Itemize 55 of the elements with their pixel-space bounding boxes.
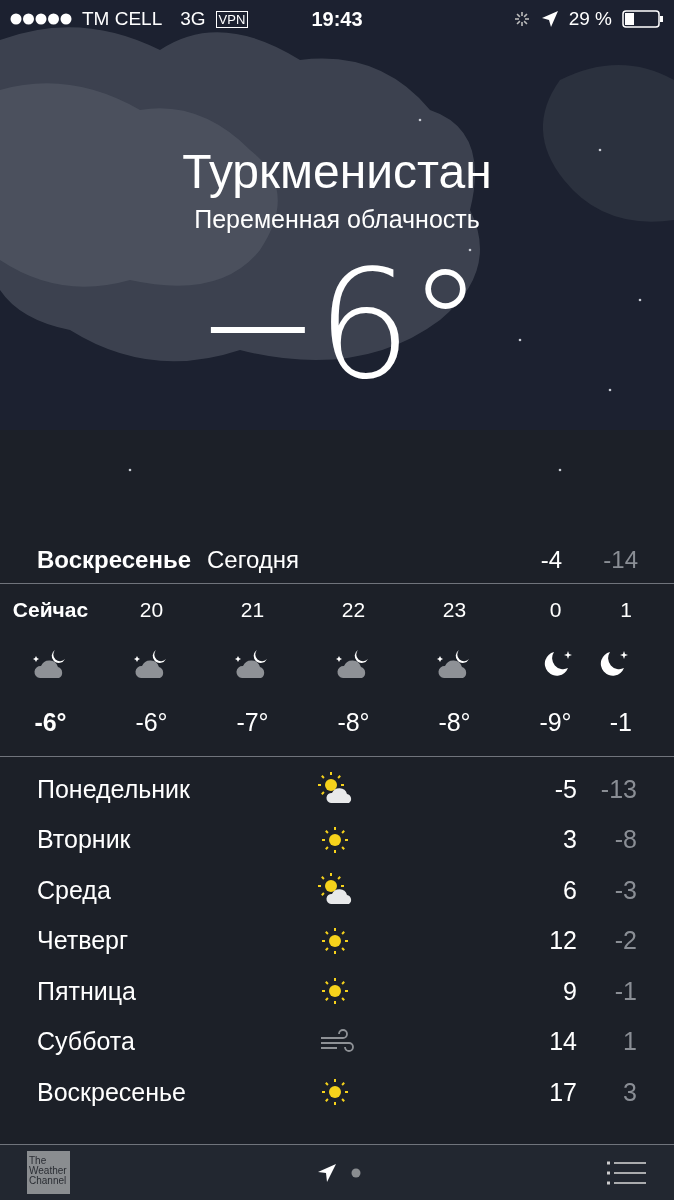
hour-label: 21 bbox=[240, 598, 265, 623]
current-temperature: −6° bbox=[194, 240, 480, 410]
signal-icon bbox=[10, 13, 72, 25]
high-temperature: 17 bbox=[548, 1077, 577, 1107]
hour-label: Сейчас bbox=[12, 598, 89, 623]
today-label: Сегодня bbox=[207, 545, 300, 574]
hour-temperature: -1 bbox=[609, 708, 632, 737]
hour-label: 23 bbox=[442, 598, 467, 623]
high-temperature: 6 bbox=[562, 875, 577, 905]
city-name: Туркменистан bbox=[182, 144, 492, 200]
carrier-name: TM CELL bbox=[82, 8, 163, 30]
low-temperature: -8 bbox=[613, 825, 637, 855]
hour-temperature: -8° bbox=[337, 708, 370, 737]
today-day: Воскресенье bbox=[37, 545, 192, 574]
low-temperature: -13 bbox=[599, 774, 637, 804]
vpn-badge: VPN bbox=[215, 10, 249, 28]
low-temperature: -1 bbox=[613, 976, 637, 1006]
hour-temperature: -7° bbox=[236, 708, 269, 737]
hour-temperature: -8° bbox=[438, 708, 471, 737]
day-name: Суббота bbox=[37, 1027, 136, 1057]
low-temperature: 1 bbox=[622, 1027, 637, 1057]
low-temperature: -2 bbox=[613, 926, 637, 956]
location-icon bbox=[540, 10, 559, 28]
hour-label: 20 bbox=[139, 598, 164, 623]
high-temperature: -4 bbox=[539, 545, 562, 574]
hour-temperature: -6° bbox=[34, 708, 67, 737]
hour-label: 1 bbox=[620, 598, 632, 623]
day-name: Пятница bbox=[37, 976, 137, 1006]
day-name: Понедельник bbox=[37, 774, 191, 804]
high-temperature: -5 bbox=[553, 774, 577, 804]
network-type: 3G bbox=[180, 8, 206, 30]
battery-percent: 29 % bbox=[568, 8, 612, 30]
high-temperature: 14 bbox=[548, 1027, 577, 1057]
low-temperature: -14 bbox=[602, 545, 638, 574]
day-name: Четверг bbox=[37, 926, 130, 956]
hour-temperature: -6° bbox=[135, 708, 168, 737]
list-icon[interactable] bbox=[607, 1160, 647, 1185]
day-name: Вторник bbox=[37, 825, 132, 855]
weather-condition: Переменная облачность bbox=[194, 204, 480, 235]
battery-icon bbox=[622, 10, 664, 28]
high-temperature: 9 bbox=[562, 976, 577, 1006]
hour-temperature: -9° bbox=[539, 708, 572, 737]
weather-channel-logo[interactable]: The Weather Channel bbox=[27, 1151, 70, 1194]
hour-label: 22 bbox=[341, 598, 366, 623]
low-temperature: -3 bbox=[613, 875, 637, 905]
activity-icon bbox=[512, 10, 531, 28]
hour-label: 0 bbox=[549, 598, 562, 623]
high-temperature: 3 bbox=[562, 825, 577, 855]
low-temperature: 3 bbox=[622, 1077, 637, 1107]
day-name: Воскресенье bbox=[37, 1077, 187, 1107]
high-temperature: 12 bbox=[548, 926, 577, 956]
page-dot-icon[interactable] bbox=[350, 1167, 361, 1178]
day-name: Среда bbox=[37, 875, 112, 905]
location-icon[interactable] bbox=[316, 1162, 337, 1183]
status-time: 19:43 bbox=[311, 7, 363, 31]
